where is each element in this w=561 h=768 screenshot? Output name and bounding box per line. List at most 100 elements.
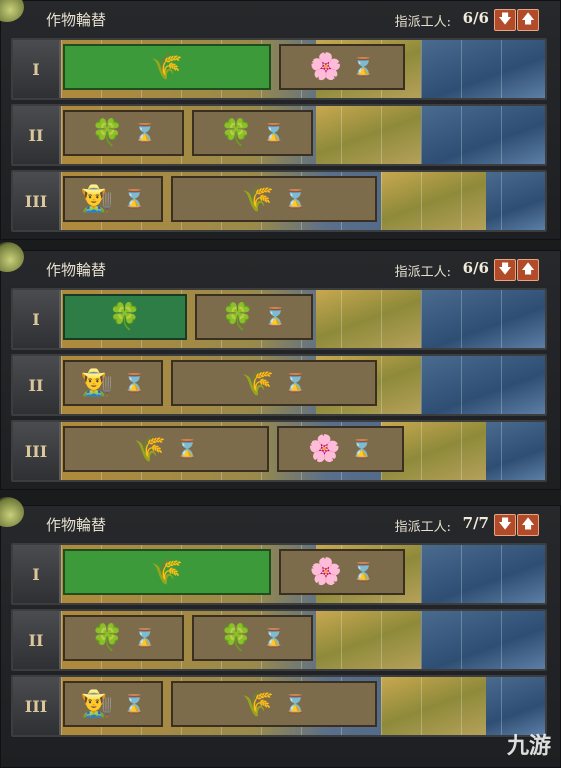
winter-season: [421, 611, 545, 669]
wheat-icon: 🌾: [241, 184, 274, 214]
hourglass-icon: ⌛: [262, 122, 285, 144]
hourglass-icon: ⌛: [262, 627, 285, 649]
row-numeral: I: [13, 290, 61, 348]
clover-icon: 🍀: [108, 302, 142, 332]
crop-slot[interactable]: 👨‍🌾 ⌛: [63, 681, 163, 727]
month-divider: [61, 545, 62, 603]
winter-season: [486, 677, 545, 735]
crop-slot[interactable]: 🌸 ⌛: [279, 549, 405, 595]
workers-label: 指派工人:: [394, 520, 451, 535]
crop-slot[interactable]: 🌾: [63, 549, 271, 595]
rotation-row: III 👨‍🌾 ⌛ 🌾 ⌛: [11, 675, 547, 737]
month-divider: [421, 422, 422, 480]
crop-slot[interactable]: 🍀: [63, 294, 187, 340]
crop-slot[interactable]: 🌸 ⌛: [279, 44, 405, 90]
crop-slot[interactable]: 🍀 ⌛: [195, 294, 313, 340]
month-divider: [421, 40, 422, 98]
rotation-row: II 🍀 ⌛ 🍀 ⌛: [11, 609, 547, 671]
row-numeral: III: [13, 422, 61, 480]
summer-season: [381, 677, 486, 735]
crop-slot[interactable]: 👨‍🌾 ⌛: [63, 360, 163, 406]
month-divider: [61, 40, 62, 98]
hourglass-icon: ⌛: [283, 693, 307, 715]
winter-season: [421, 106, 545, 164]
month-divider: [501, 611, 502, 669]
month-divider: [461, 677, 462, 735]
crop-slot[interactable]: 🍀 ⌛: [63, 615, 184, 661]
rotation-row: II 🍀 ⌛ 🍀 ⌛: [11, 104, 547, 166]
winter-season: [421, 40, 545, 98]
clover-icon: 🍀: [220, 118, 253, 148]
month-divider: [501, 677, 502, 735]
month-divider: [61, 106, 62, 164]
month-divider: [381, 356, 382, 414]
month-divider: [461, 611, 462, 669]
panel-title: 作物輪替: [46, 11, 107, 29]
month-divider: [421, 172, 422, 230]
wheat-icon: 🌾: [150, 557, 184, 587]
season-track: 👨‍🌾 ⌛ 🌾 ⌛: [61, 356, 545, 414]
row-numeral: I: [13, 545, 61, 603]
workers-count: 6/6: [462, 9, 489, 27]
panel-header: 作物輪替 指派工人: 6/6 🡇 🡅: [0, 250, 561, 284]
month-divider: [381, 611, 382, 669]
month-divider: [501, 40, 502, 98]
crop-slot[interactable]: 🌾 ⌛: [171, 360, 377, 406]
crop-slot[interactable]: 🌾 ⌛: [171, 681, 377, 727]
month-divider: [461, 422, 462, 480]
season-track: 🍀 🍀 ⌛: [61, 290, 545, 348]
hourglass-icon: ⌛: [351, 561, 375, 583]
workers-count: 6/6: [462, 259, 489, 277]
month-divider: [501, 290, 502, 348]
decrease-workers-button[interactable]: 🡇: [494, 514, 516, 536]
hourglass-icon: ⌛: [133, 627, 156, 649]
crop-slot[interactable]: 🍀 ⌛: [192, 110, 313, 156]
hourglass-icon: ⌛: [122, 693, 146, 715]
wheat-icon: 🌾: [241, 368, 274, 398]
month-divider: [461, 356, 462, 414]
month-divider: [381, 172, 382, 230]
crop-slot[interactable]: 👨‍🌾 ⌛: [63, 176, 163, 222]
increase-workers-button[interactable]: 🡅: [517, 9, 539, 31]
month-divider: [501, 545, 502, 603]
month-divider: [61, 290, 62, 348]
row-numeral: II: [13, 106, 61, 164]
farmer-icon: 👨‍🌾: [80, 689, 113, 719]
rotation-row: II 👨‍🌾 ⌛ 🌾 ⌛: [11, 354, 547, 416]
wheat-icon: 🌾: [133, 434, 166, 464]
month-divider: [461, 106, 462, 164]
season-track: 👨‍🌾 ⌛ 🌾 ⌛: [61, 677, 545, 735]
rotation-row: I 🌾 🌸 ⌛: [11, 38, 547, 100]
decrease-workers-button[interactable]: 🡇: [494, 259, 516, 281]
crop-slot[interactable]: 🌸 ⌛: [277, 426, 404, 472]
month-divider: [461, 290, 462, 348]
decrease-workers-button[interactable]: 🡇: [494, 9, 516, 31]
crop-slot[interactable]: 🌾 ⌛: [171, 176, 377, 222]
season-track: 🌾 🌸 ⌛: [61, 40, 545, 98]
month-divider: [341, 106, 342, 164]
hourglass-icon: ⌛: [122, 188, 146, 210]
hourglass-icon: ⌛: [350, 438, 373, 460]
month-divider: [421, 611, 422, 669]
month-divider: [61, 172, 62, 230]
crop-slot[interactable]: 🌾 ⌛: [63, 426, 269, 472]
crop-slot[interactable]: 🌾: [63, 44, 271, 90]
month-divider: [61, 677, 62, 735]
increase-workers-button[interactable]: 🡅: [517, 259, 539, 281]
hourglass-icon: ⌛: [263, 306, 287, 328]
increase-workers-button[interactable]: 🡅: [517, 514, 539, 536]
crop-slot[interactable]: 🍀 ⌛: [192, 615, 313, 661]
crop-slot[interactable]: 🍀 ⌛: [63, 110, 184, 156]
month-divider: [421, 356, 422, 414]
winter-season: [486, 422, 545, 480]
flower-icon: 🌸: [309, 557, 342, 587]
rotation-row: III 🌾 ⌛ 🌸 ⌛: [11, 420, 547, 482]
workers-label: 指派工人:: [394, 265, 451, 280]
row-numeral: III: [13, 172, 61, 230]
crop-rotation-panel-1: 作物輪替 指派工人: 6/6 🡇 🡅 I 🌾 🌸 ⌛ II 🍀 ⌛ 🍀 ⌛ III 👨‍🌾 ⌛ 🌾 ⌛: [0, 0, 561, 240]
month-divider: [381, 677, 382, 735]
summer-season: [316, 290, 421, 348]
summer-season: [316, 611, 421, 669]
clover-icon: 🍀: [221, 302, 254, 332]
clover-icon: 🍀: [91, 118, 124, 148]
